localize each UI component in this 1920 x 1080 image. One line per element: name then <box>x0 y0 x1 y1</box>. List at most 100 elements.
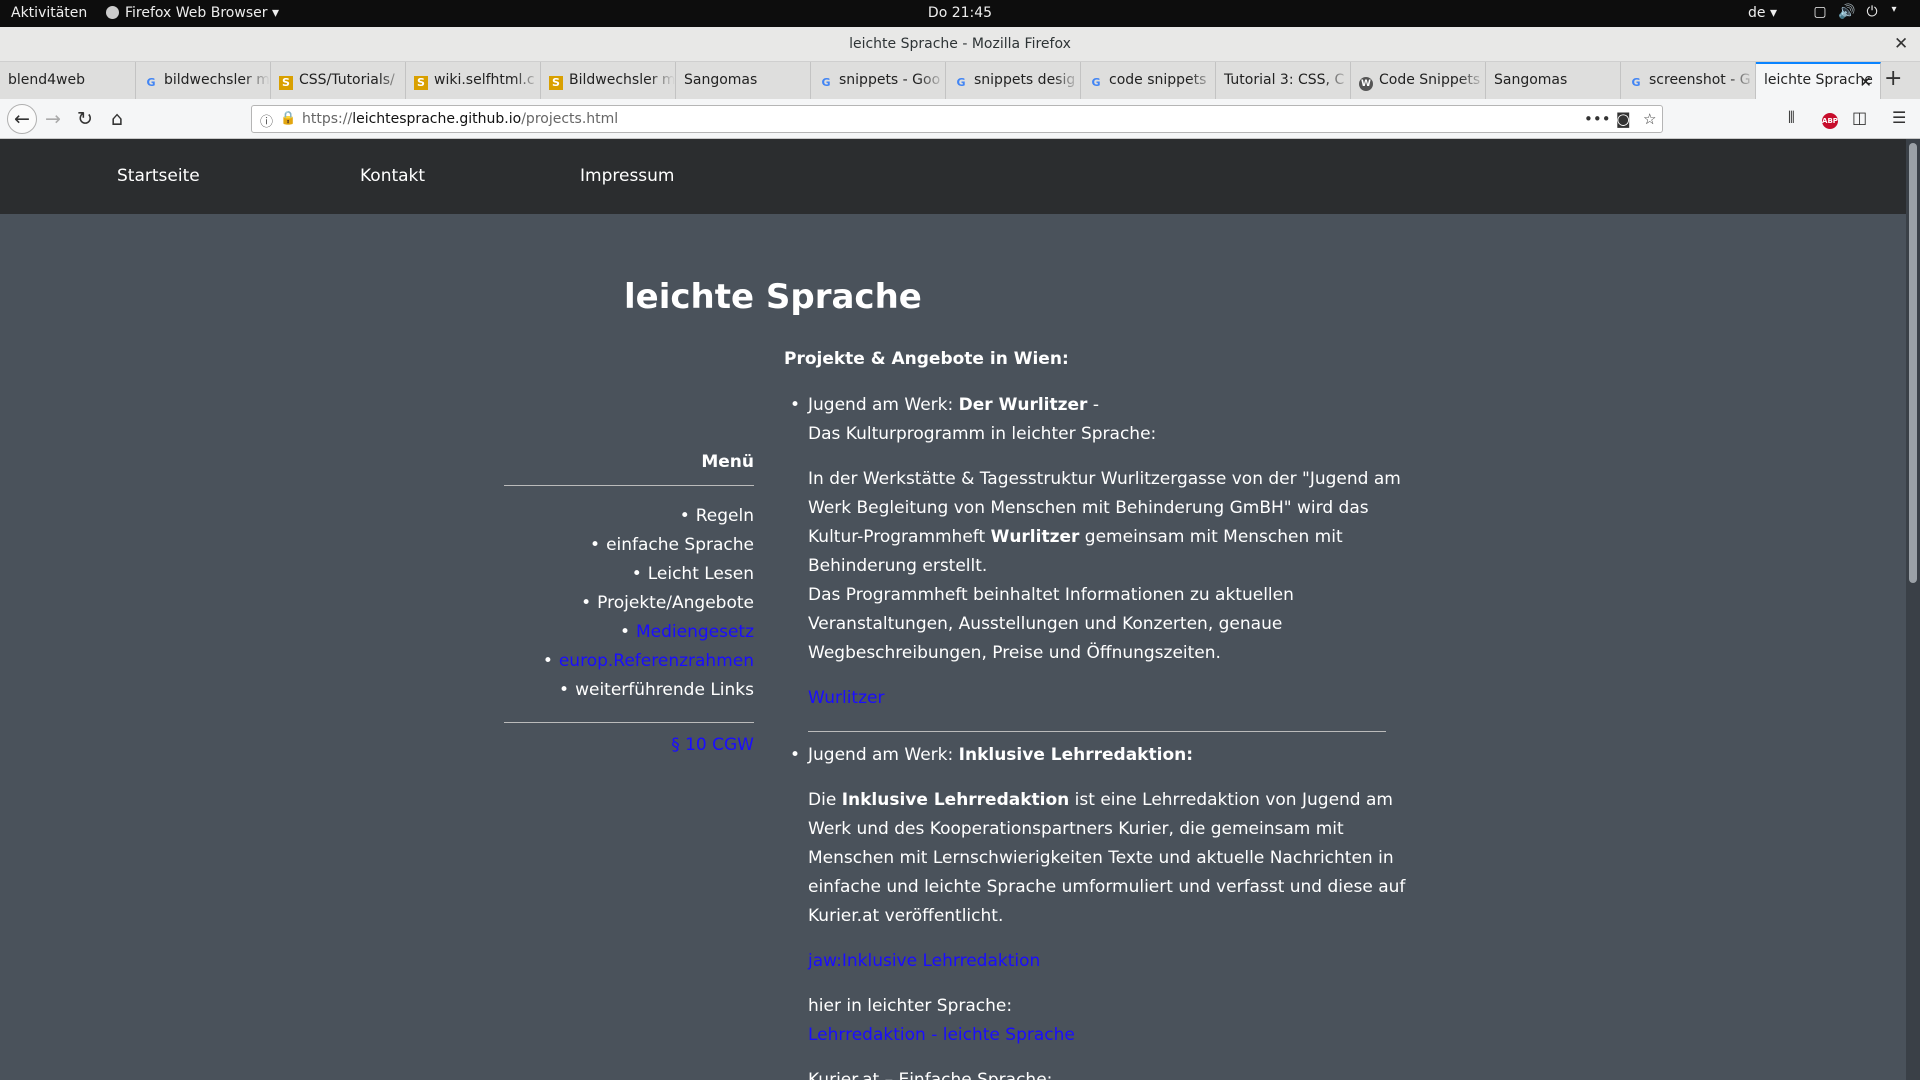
tab[interactable]: Gscreenshot - G <box>1621 62 1756 99</box>
desc-text: ist eine Lehrredaktion von Jugend am Wer… <box>808 790 1406 926</box>
lehrredaktion-link[interactable]: jaw:Inklusive Lehrredaktion <box>808 951 1040 971</box>
google-icon: G <box>1631 76 1641 89</box>
bookmark-star-icon[interactable]: ☆ <box>1643 110 1656 128</box>
page-actions-icon[interactable]: ••• <box>1584 110 1611 128</box>
firefox-icon <box>106 6 119 19</box>
tab[interactable]: S CSS/Tutorials/ <box>271 62 406 99</box>
menu-item[interactable]: • europ.Referenzrahmen <box>504 651 754 680</box>
side-menu: Menü • Regeln • einfache Sprache • Leicht L… <box>504 452 754 755</box>
info-icon[interactable]: ⓘ <box>260 111 273 130</box>
clock[interactable]: Do 21:45 <box>928 5 992 21</box>
menu-link-referenzrahmen[interactable]: europ.Referenzrahmen <box>559 651 754 671</box>
app-menu-label: Firefox Web Browser ▾ <box>125 5 279 21</box>
wordpress-icon: W <box>1359 77 1373 91</box>
desc-bold: Wurlitzer <box>990 527 1080 547</box>
sidebar-icon[interactable]: ◫ <box>1852 108 1867 127</box>
back-button[interactable]: ← <box>7 104 37 134</box>
bullet: • <box>790 395 801 415</box>
url-host: leichtesprache.github.io <box>352 111 522 127</box>
volume-icon: 🔊 <box>1838 4 1856 20</box>
app-menu[interactable]: Firefox Web Browser ▾ <box>106 5 279 21</box>
tab-active[interactable]: leichte Sprache ✕ <box>1756 62 1881 99</box>
adblock-icon[interactable]: ABP <box>1822 108 1838 129</box>
tab-label: Sangomas <box>1494 72 1568 88</box>
tab[interactable]: Gsnippets - Goo <box>811 62 946 99</box>
new-tab-button[interactable]: + <box>1884 66 1902 91</box>
system-tray[interactable]: ▢ 🔊 ⏻ ▾ <box>1812 4 1898 20</box>
google-icon: G <box>821 76 831 89</box>
project-org: Jugend am Werk: <box>808 395 959 415</box>
project-item-wurlitzer: • Jugend am Werk: Der Wurlitzer - Das Ku… <box>790 391 1406 732</box>
selfhtml-icon: S <box>549 76 563 90</box>
tab[interactable]: blend4web <box>0 62 136 99</box>
project-item-lehrredaktion: • Jugend am Werk: Inklusive Lehrredaktio… <box>790 741 1406 1080</box>
library-icon[interactable]: ⫴ <box>1788 108 1795 128</box>
gnome-top-bar: Aktivitäten Firefox Web Browser ▾ Do 21:… <box>0 0 1920 27</box>
url-scheme: https:// <box>302 111 353 127</box>
kurier-easy-label: Kurier.at – Einfache Sprache: <box>808 1070 1053 1080</box>
url-bar[interactable]: ⓘ 🔒 https://leichtesprache.github.io/pro… <box>251 105 1663 133</box>
menu-item[interactable]: • Mediengesetz <box>504 622 754 651</box>
menu-item-label: einfache Sprache <box>606 535 754 555</box>
wurlitzer-link[interactable]: Wurlitzer <box>808 688 884 708</box>
scrollbar[interactable] <box>1906 139 1920 1080</box>
url-path: /projects.html <box>521 111 619 127</box>
bullet: • <box>790 745 801 765</box>
cgw-link[interactable]: § 10 CGW <box>504 735 754 755</box>
tab[interactable]: W Code Snippets <box>1351 62 1486 99</box>
divider <box>504 722 754 723</box>
project-description: In der Werkstätte & Tagesstruktur Wurlit… <box>808 465 1406 581</box>
nav-link-imprint[interactable]: Impressum <box>580 166 675 186</box>
reload-button[interactable]: ↻ <box>72 106 98 132</box>
tab[interactable]: Gcode snippets <box>1081 62 1216 99</box>
easy-language-label: hier in leichter Sprache: <box>808 996 1013 1016</box>
window-titlebar: leichte Sprache - Mozilla Firefox ✕ <box>0 27 1920 62</box>
hamburger-menu-icon[interactable]: ☰ <box>1892 108 1906 127</box>
tab[interactable]: Gbildwechsler m <box>136 62 271 99</box>
tab[interactable]: Tutorial 3: CSS, C <box>1216 62 1351 99</box>
tab[interactable]: Swiki.selfhtml.c <box>406 62 541 99</box>
tab[interactable]: S Bildwechsler m <box>541 62 676 99</box>
selfhtml-icon: S <box>279 76 293 90</box>
clock-wrap: Do 21:45 <box>0 5 1920 21</box>
menu-item-label: Regeln <box>695 506 754 526</box>
menu-link-mediengesetz[interactable]: Mediengesetz <box>636 622 754 642</box>
tab-label: Sangomas <box>684 72 758 88</box>
section-title: Projekte & Angebote in Wien: <box>784 349 1069 369</box>
menu-item[interactable]: • Leicht Lesen <box>504 564 754 593</box>
pocket-icon[interactable]: ◙ <box>1616 110 1631 128</box>
project-dash: - <box>1087 395 1099 415</box>
menu-heading: Menü <box>701 452 754 472</box>
desc-text: Die <box>808 790 842 810</box>
nav-link-home[interactable]: Startseite <box>117 166 200 186</box>
menu-item[interactable]: • Projekte/Angebote <box>504 593 754 622</box>
close-tab-icon[interactable]: ✕ <box>1859 73 1872 91</box>
activities-button[interactable]: Aktivitäten <box>11 5 87 21</box>
lehrredaktion-easy-link[interactable]: Lehrredaktion - leichte Sprache <box>808 1025 1075 1045</box>
desc-bold: Inklusive Lehrredaktion <box>841 790 1070 810</box>
project-subtitle: Das Kulturprogramm in leichter Sprache: <box>808 424 1157 444</box>
project-org: Jugend am Werk: <box>808 745 959 765</box>
menu-item[interactable]: • Regeln <box>504 506 754 535</box>
tab-strip: blend4web Gbildwechsler m S CSS/Tutorials… <box>0 62 1920 100</box>
project-description: Die Inklusive Lehrredaktion ist eine Leh… <box>808 786 1406 931</box>
project-heading: Jugend am Werk: Inklusive Lehrredaktion: <box>808 741 1406 770</box>
url-text[interactable]: https://leichtesprache.github.io/project… <box>302 111 618 127</box>
menu-item[interactable]: • weiterführende Links <box>504 680 754 709</box>
menu-item[interactable]: • einfache Sprache <box>504 535 754 564</box>
tab[interactable]: Sangomas <box>1486 62 1621 99</box>
nav-toolbar: ← → ↻ ⌂ ⓘ 🔒 https://leichtesprache.githu… <box>0 99 1920 139</box>
forward-button[interactable]: → <box>40 106 66 132</box>
project-name: Der Wurlitzer <box>958 395 1088 415</box>
input-language-menu[interactable]: de ▾ <box>1748 5 1777 21</box>
project-list: • Jugend am Werk: Der Wurlitzer - Das Ku… <box>790 391 1406 1080</box>
tab[interactable]: Gsnippets desig <box>946 62 1081 99</box>
close-window-button[interactable]: ✕ <box>1894 34 1908 54</box>
menu-list: • Regeln • einfache Sprache • Leicht Lesen … <box>504 486 754 722</box>
selfhtml-icon: S <box>414 76 428 90</box>
scrollbar-thumb[interactable] <box>1909 143 1917 583</box>
home-button[interactable]: ⌂ <box>104 106 130 132</box>
tab[interactable]: Sangomas <box>676 62 811 99</box>
menu-item-label: Leicht Lesen <box>647 564 754 584</box>
nav-link-contact[interactable]: Kontakt <box>360 166 425 186</box>
